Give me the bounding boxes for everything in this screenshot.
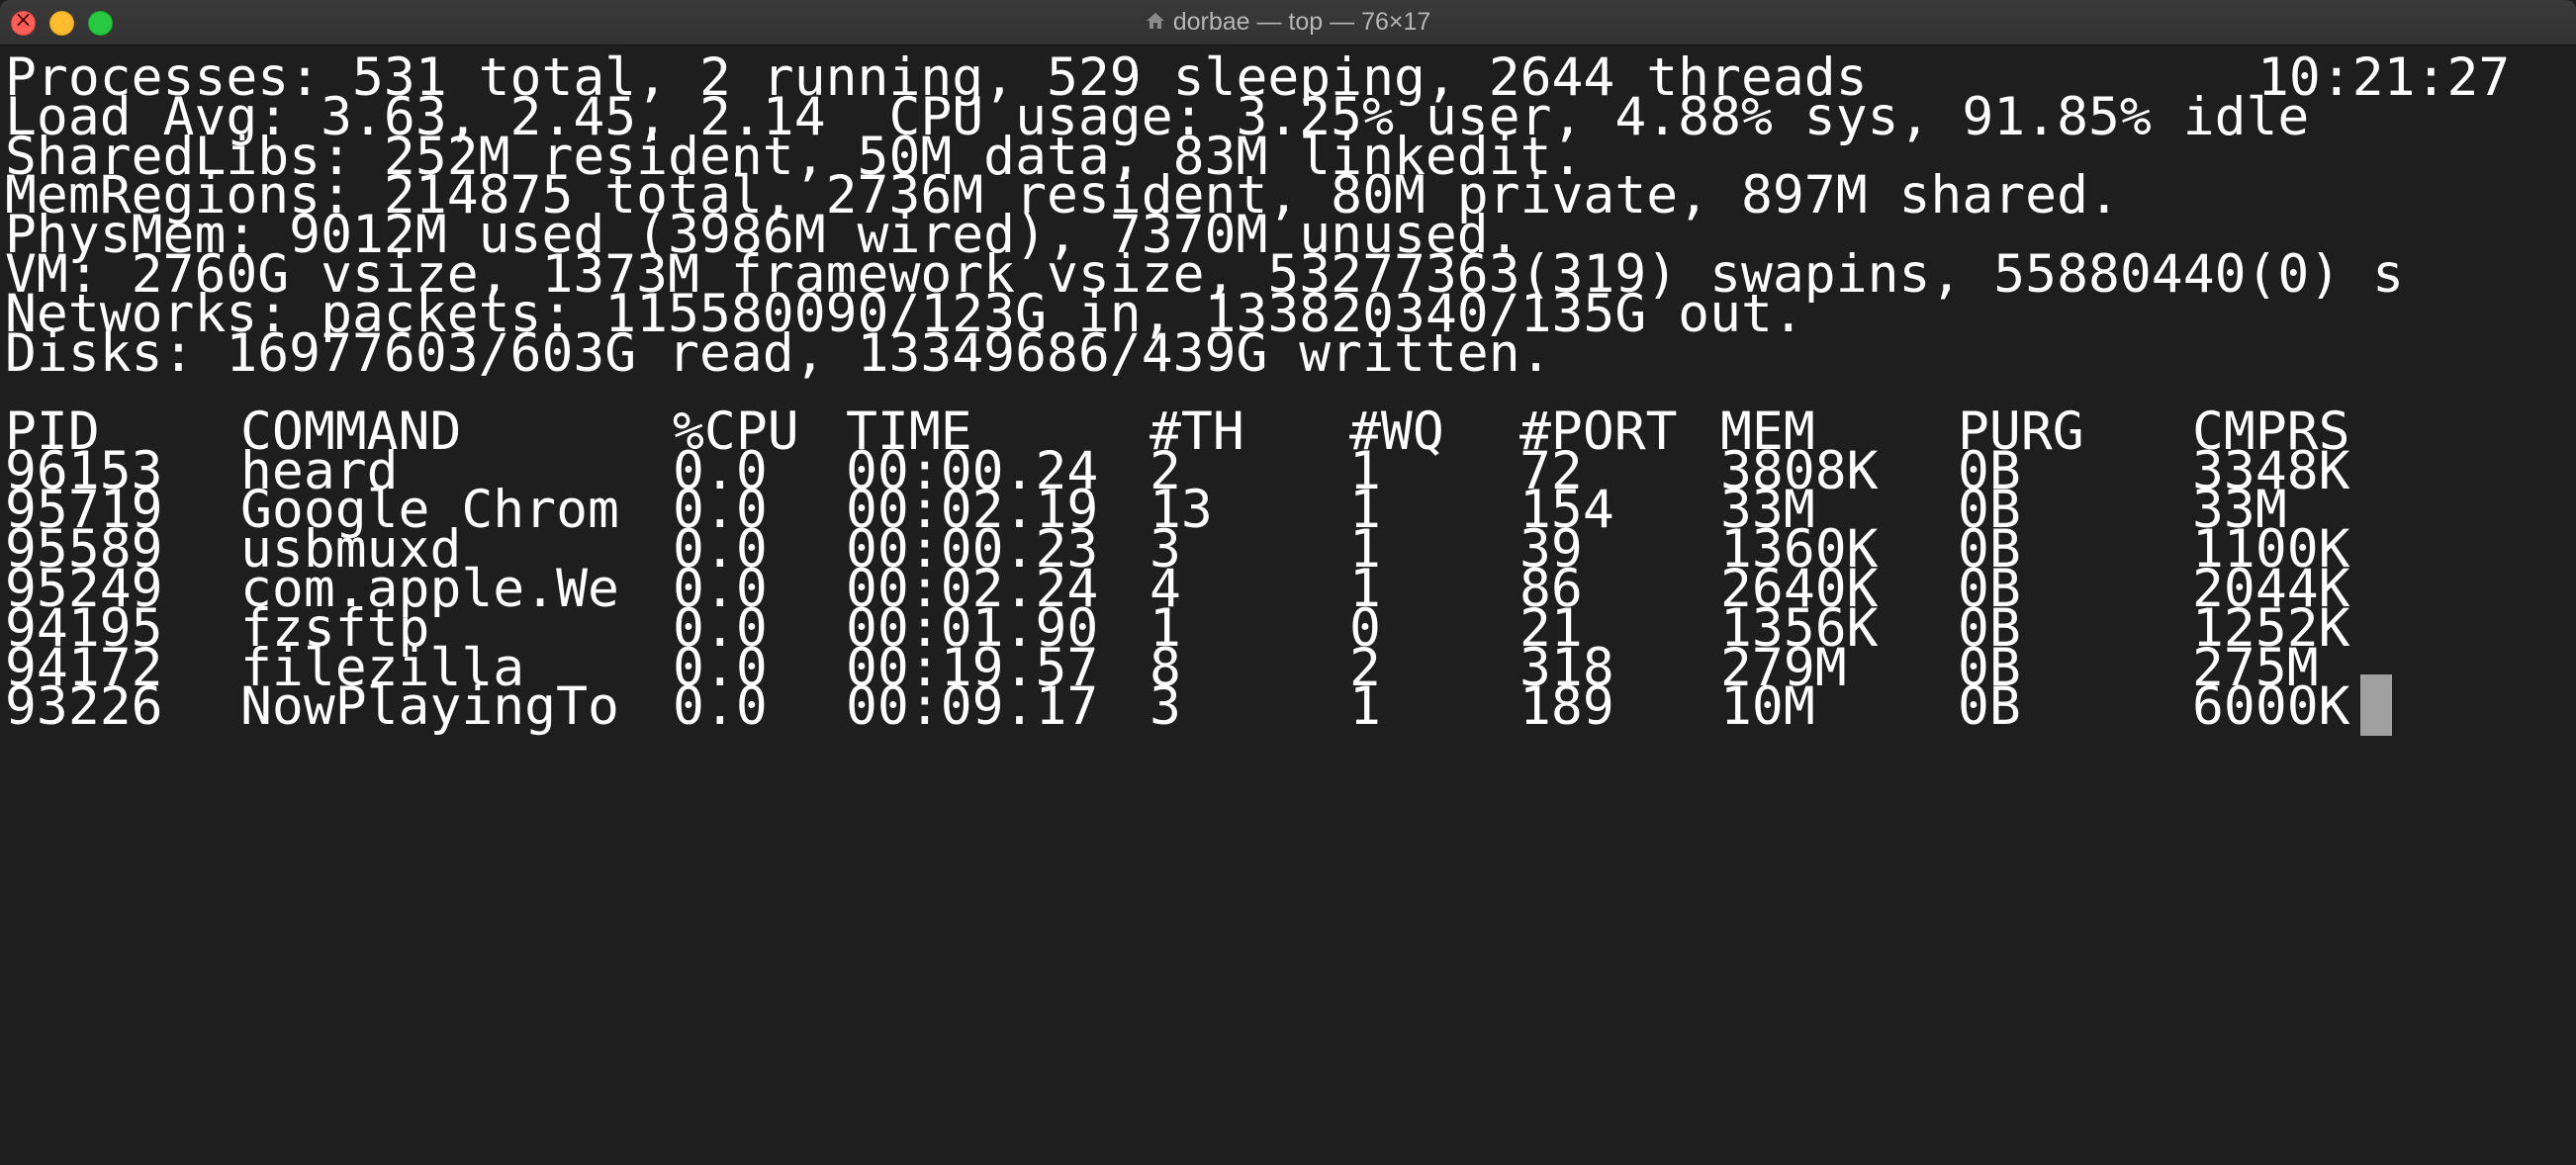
cell-command: NowPlayingTo — [240, 676, 619, 737]
window-title: dorbae — top — 76×17 — [0, 0, 2576, 45]
cell-wq: 1 — [1349, 676, 1381, 737]
text-cursor — [2360, 674, 2392, 736]
cell-threads: 3 — [1150, 676, 1181, 737]
window-title-text: dorbae — top — 76×17 — [1172, 8, 1431, 36]
cell-time: 00:09.17 — [846, 676, 1099, 737]
cell-pid: 93226 — [5, 676, 163, 737]
title-bar[interactable]: dorbae — top — 76×17 — [0, 0, 2576, 45]
cell-port: 189 — [1519, 676, 1614, 737]
cell-cpu: 0.0 — [673, 676, 768, 737]
home-folder-icon — [1146, 13, 1164, 30]
terminal-window: dorbae — top — 76×17 Processes: 531 tota… — [0, 0, 2576, 1165]
cell-mem: 10M — [1720, 676, 1815, 737]
disks-line: Disks: 16977603/603G read, 13349686/439G… — [5, 323, 1552, 384]
cell-cmprs: 6000K — [2192, 676, 2350, 737]
cell-purg: 0B — [1958, 676, 2021, 737]
terminal-screen[interactable]: Processes: 531 total, 2 running, 529 sle… — [0, 45, 2576, 1165]
